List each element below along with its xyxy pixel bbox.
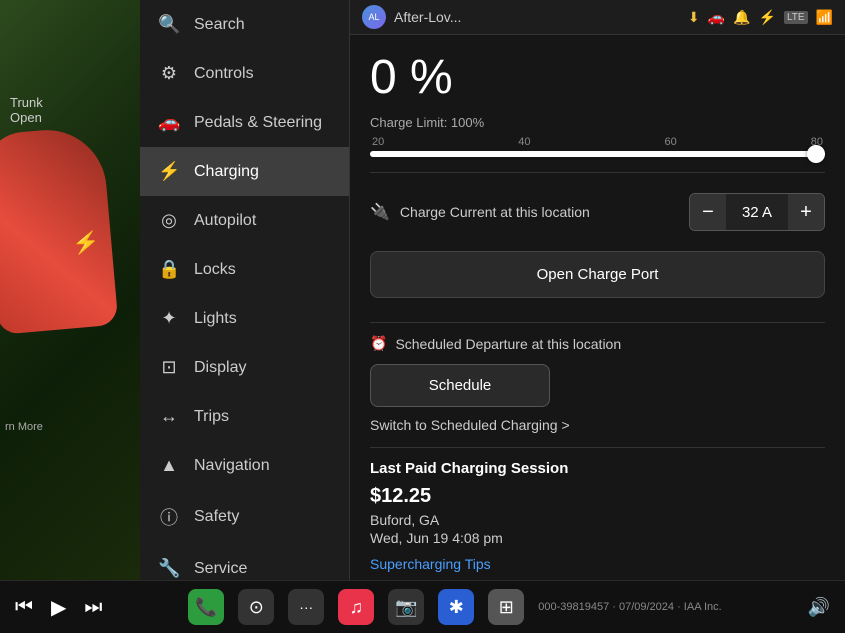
decrease-charge-button[interactable]: − [690, 194, 726, 230]
prev-button[interactable]: ⏮ [15, 596, 33, 619]
sidebar-item-label: Safety [194, 508, 239, 526]
sidebar-item-locks[interactable]: 🔒 Locks [140, 245, 349, 294]
header-left: AL After-Lov... [362, 5, 461, 29]
charge-limit-label: Charge Limit: 100% [370, 115, 825, 130]
switch-charging-link[interactable]: Switch to Scheduled Charging > [370, 417, 825, 433]
increase-charge-button[interactable]: + [788, 194, 824, 230]
header-title: After-Lov... [394, 9, 461, 25]
sidebar-item-display[interactable]: ⊡ Display [140, 343, 349, 392]
safety-icon: ⓘ [158, 504, 180, 530]
sidebar-item-charging[interactable]: ⚡ Charging [140, 147, 349, 196]
charging-icon: ⚡ [158, 161, 180, 182]
open-charge-port-button[interactable]: Open Charge Port [370, 251, 825, 298]
charge-current-row: 🔌 Charge Current at this location − 32 A… [370, 185, 825, 239]
sidebar-item-label: Controls [194, 65, 254, 83]
sidebar-item-trips[interactable]: ↔ Trips [140, 392, 349, 441]
charge-current-label: 🔌 Charge Current at this location [370, 202, 590, 222]
avatar: AL [362, 5, 386, 29]
charge-value: 32 A [726, 194, 788, 230]
charge-controls[interactable]: − 32 A + [689, 193, 825, 231]
clock-icon: ⏰ [370, 335, 387, 352]
charge-current-text: Charge Current at this location [400, 204, 590, 220]
cam2-app[interactable]: 📷 [388, 589, 424, 625]
car-icon: 🚗 [708, 9, 725, 26]
volume-icon[interactable]: 🔊 [808, 597, 830, 618]
sidebar-item-label: Display [194, 359, 246, 377]
taskbar-controls: ⏮ ▶ ⏭ [15, 595, 102, 620]
sidebar-item-label: Autopilot [194, 212, 256, 230]
charge-slider[interactable]: 20 40 60 80 [370, 136, 825, 157]
divider-1 [370, 172, 825, 173]
trips-icon: ↔ [158, 406, 180, 427]
sidebar: 🔍 Search ⚙ Controls 🚗 Pedals & Steering … [140, 0, 350, 580]
next-button[interactable]: ⏭ [84, 596, 102, 619]
download-icon: ⬇ [688, 9, 700, 26]
scheduled-departure-label: ⏰ Scheduled Departure at this location [370, 335, 825, 352]
sidebar-item-autopilot[interactable]: ◎ Autopilot [140, 196, 349, 245]
header-icons: ⬇ 🚗 🔔 ⚡ LTE 📶 [688, 9, 833, 26]
schedule-button[interactable]: Schedule [370, 364, 550, 407]
sidebar-item-lights[interactable]: ✦ Lights [140, 294, 349, 343]
slider-track [370, 151, 825, 157]
charge-percent: 0 % [370, 50, 825, 105]
plug-icon: 🔌 [370, 202, 390, 222]
sidebar-item-label: Navigation [194, 457, 270, 475]
music-app[interactable]: ♫ [338, 589, 374, 625]
sidebar-item-search[interactable]: 🔍 Search [140, 0, 349, 49]
sidebar-item-label: Locks [194, 261, 236, 279]
bt-icon: ⚡ [759, 9, 776, 26]
session-date: Wed, Jun 19 4:08 pm [370, 530, 825, 546]
lights-icon: ✦ [158, 308, 180, 329]
slider-fill [370, 151, 825, 157]
taskbar-right: 🔊 [808, 597, 830, 618]
bt-app[interactable]: ✱ [438, 589, 474, 625]
locks-icon: 🔒 [158, 259, 180, 280]
sidebar-item-label: Lights [194, 310, 237, 328]
sidebar-item-label: Pedals & Steering [194, 114, 322, 132]
sidebar-item-navigation[interactable]: ▲ Navigation [140, 441, 349, 490]
trunk-status: Trunk Open [10, 95, 43, 125]
pedals-icon: 🚗 [158, 112, 180, 133]
taskbar-apps: 📞 ⊙ ··· ♫ 📷 ✱ ⊞ 000-39819457 · 07/09/202… [188, 589, 721, 625]
controls-icon: ⚙ [158, 63, 180, 84]
sidebar-item-safety[interactable]: ⓘ Safety [140, 490, 349, 544]
session-location: Buford, GA [370, 512, 825, 528]
last-session-title: Last Paid Charging Session [370, 460, 825, 477]
sidebar-item-label: Charging [194, 163, 259, 181]
session-amount: $12.25 [370, 485, 825, 508]
sidebar-item-label: Search [194, 16, 245, 34]
navigation-icon: ▲ [158, 455, 180, 476]
display-icon: ⊡ [158, 357, 180, 378]
sidebar-item-pedals[interactable]: 🚗 Pedals & Steering [140, 98, 349, 147]
slider-thumb [807, 145, 825, 163]
learn-more-label: rn More [5, 421, 43, 433]
sidebar-item-service[interactable]: 🔧 Service [140, 544, 349, 580]
background-panel [0, 0, 140, 580]
key-app[interactable]: ⊞ [488, 589, 524, 625]
sidebar-item-controls[interactable]: ⚙ Controls [140, 49, 349, 98]
main-content: 0 % Charge Limit: 100% 20 40 60 80 🔌 Cha… [350, 35, 845, 580]
lte-badge: LTE [784, 11, 808, 24]
signal-icon: 📶 [816, 9, 833, 26]
divider-2 [370, 322, 825, 323]
header: AL After-Lov... ⬇ 🚗 🔔 ⚡ LTE 📶 [350, 0, 845, 35]
sidebar-item-label: Trips [194, 408, 229, 426]
service-icon: 🔧 [158, 558, 180, 579]
supercharging-tips-link[interactable]: Supercharging Tips [370, 556, 825, 572]
more-app[interactable]: ··· [288, 589, 324, 625]
slider-labels: 20 40 60 80 [370, 136, 825, 148]
camera-app[interactable]: ⊙ [238, 589, 274, 625]
search-icon: 🔍 [158, 14, 180, 35]
sidebar-item-label: Service [194, 560, 247, 578]
play-button[interactable]: ▶ [51, 595, 66, 620]
divider-3 [370, 447, 825, 448]
phone-app[interactable]: 📞 [188, 589, 224, 625]
lightning-icon: ⚡ [72, 230, 99, 256]
autopilot-icon: ◎ [158, 210, 180, 231]
bell-icon: 🔔 [733, 9, 750, 26]
taskbar: ⏮ ▶ ⏭ 📞 ⊙ ··· ♫ 📷 ✱ ⊞ 000-39819457 · 07/… [0, 580, 845, 633]
taskbar-info: 000-39819457 · 07/09/2024 · IAA Inc. [538, 601, 721, 613]
